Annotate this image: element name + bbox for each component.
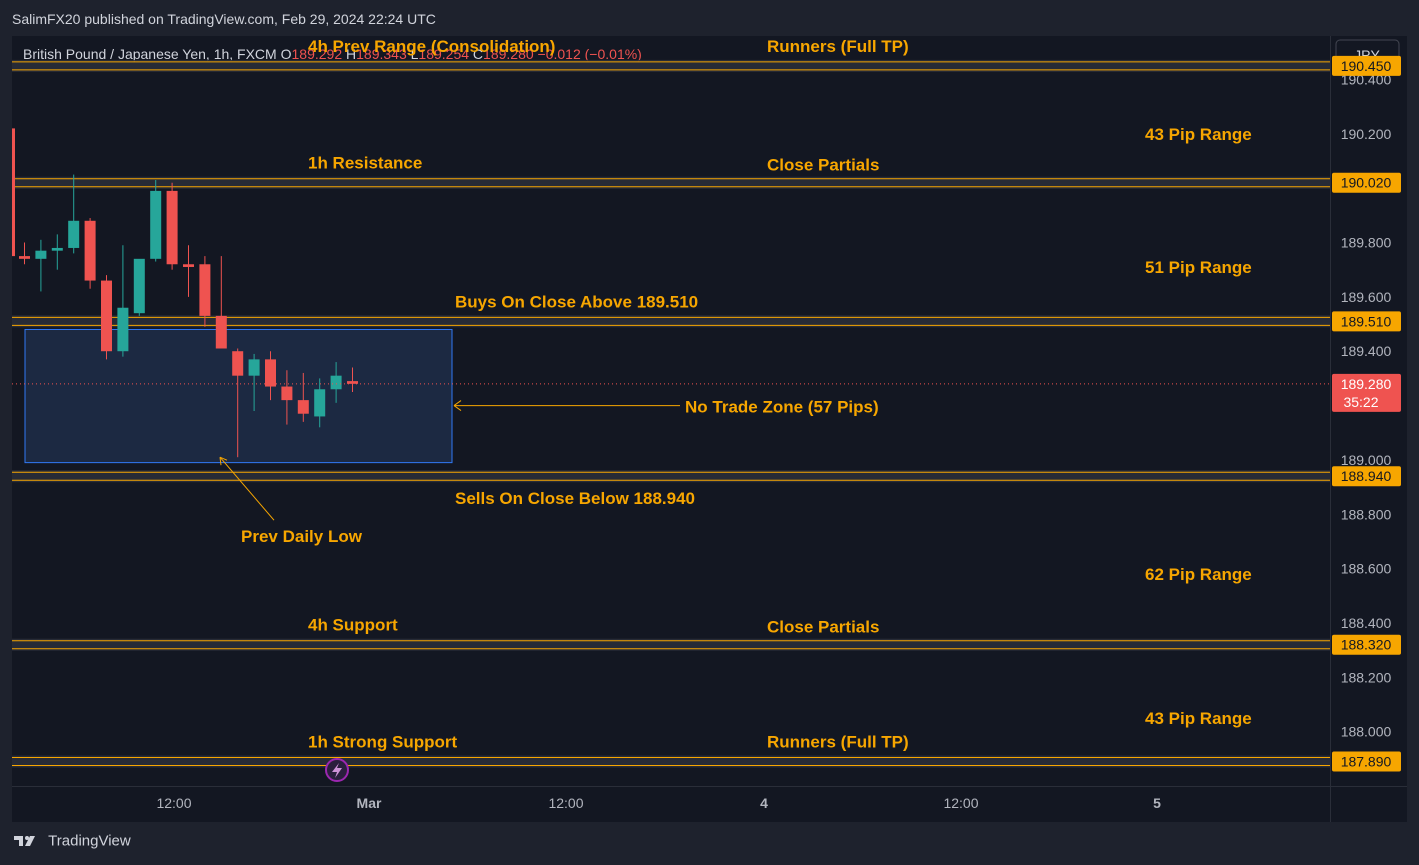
pip-range-label: 43 Pip Range [1145,709,1252,728]
y-tick-label: 189.400 [1341,343,1392,359]
candle-body [330,375,342,390]
pip-range-label: 51 Pip Range [1145,258,1252,277]
footer: TradingView [12,832,131,856]
legend-part: O [281,46,292,62]
current-price-label: 189.280 [1341,376,1392,392]
prev-daily-low-arrow [219,456,275,521]
level-annotation: Buys On Close Above 189.510 [455,292,698,311]
chart-panel[interactable]: British Pound / Japanese Yen, 1h, FXCM O… [12,36,1407,822]
candle-countdown: 35:22 [1343,394,1378,410]
y-tick-label: 189.800 [1341,235,1392,251]
candle-body [19,256,30,259]
candle-body [84,220,96,281]
x-tick-label: 12:00 [548,795,583,811]
candlestick-chart[interactable]: British Pound / Japanese Yen, 1h, FXCM O… [12,36,1407,822]
level-price-label: 188.940 [1341,468,1392,484]
x-tick-label: 12:00 [943,795,978,811]
level-annotation: Sells On Close Below 188.940 [455,489,695,508]
candle-body [215,315,227,349]
level-price-label: 189.510 [1341,313,1392,329]
candle-body [199,264,211,316]
y-tick-label: 188.200 [1341,669,1392,685]
level-annotation: 4h Prev Range (Consolidation) [308,37,555,56]
level-annotation: 1h Strong Support [308,733,458,752]
x-tick-label: 5 [1153,795,1161,811]
legend-part: British Pound / Japanese Yen, 1h, FXCM [23,46,281,62]
y-tick-label: 189.000 [1341,452,1392,468]
candle-body [232,351,244,376]
level-annotation: 1h Resistance [308,154,422,173]
candle-body [297,400,309,414]
candle-body [183,264,194,267]
no-trade-zone-label: No Trade Zone (57 Pips) [685,398,879,417]
candle-body [51,247,63,251]
footer-brand: TradingView [48,832,131,850]
publish-info: SalimFX20 published on TradingView.com, … [12,11,436,27]
level-annotation-right: Runners (Full TP) [767,37,909,56]
candle-body [248,359,260,376]
y-tick-label: 188.400 [1341,615,1392,631]
prev-daily-low-label: Prev Daily Low [241,527,363,546]
candle-body [150,190,162,259]
candle-body [117,307,129,352]
x-tick-label: Mar [357,795,382,811]
no-trade-zone-box [24,328,453,464]
level-annotation-right: Runners (Full TP) [767,733,909,752]
pip-range-label: 62 Pip Range [1145,565,1252,584]
level-price-label: 188.320 [1341,637,1392,653]
candle-body [68,220,80,248]
pip-range-label: 43 Pip Range [1145,125,1252,144]
level-annotation: 4h Support [308,616,398,635]
y-tick-label: 190.200 [1341,126,1392,142]
y-tick-label: 189.600 [1341,289,1392,305]
candle-body [35,250,47,259]
y-tick-label: 188.800 [1341,506,1392,522]
candle-body [101,280,112,352]
candle-body [133,258,145,314]
candle-body [12,128,15,257]
candle-body [265,359,276,387]
x-tick-label: 12:00 [156,795,191,811]
candle-body [166,190,178,265]
x-tick-label: 4 [760,795,768,811]
tradingview-logo-icon [14,836,35,847]
y-tick-label: 188.600 [1341,561,1392,577]
publish-header: SalimFX20 published on TradingView.com, … [0,0,1419,36]
level-annotation-right: Close Partials [767,618,879,637]
y-tick-label: 188.000 [1341,724,1392,740]
level-price-label: 190.020 [1341,175,1392,191]
level-annotation-right: Close Partials [767,156,879,175]
level-price-label: 190.450 [1341,58,1392,74]
candle-body [281,386,293,401]
candle-body [314,389,326,417]
level-price-label: 187.890 [1341,754,1392,770]
